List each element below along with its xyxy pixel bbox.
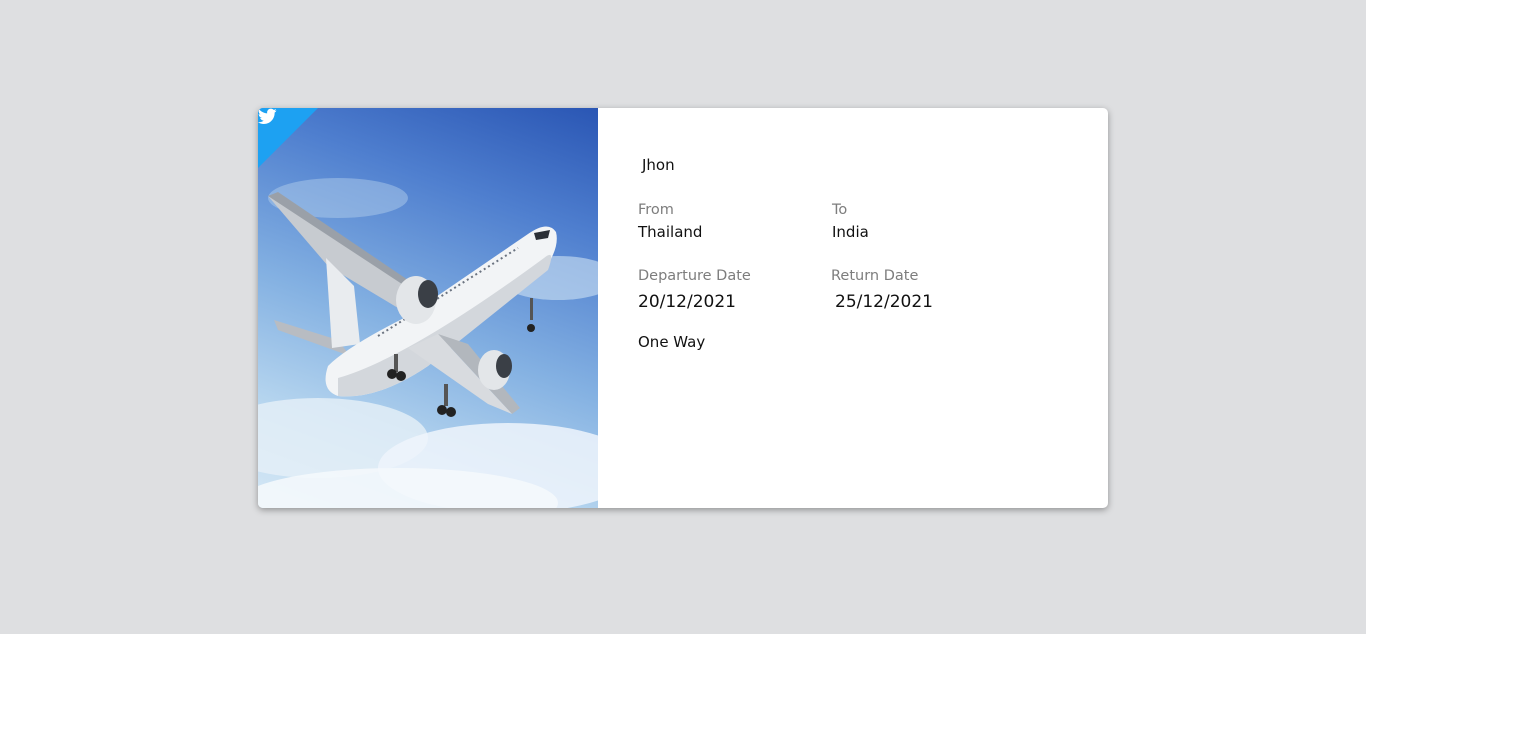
airplane-photo bbox=[258, 108, 598, 508]
return-date-value: 25/12/2021 bbox=[835, 292, 933, 312]
page-background: Jhon From Thailand To India Departure Da… bbox=[0, 0, 1366, 634]
to-label: To bbox=[832, 202, 848, 218]
twitter-icon[interactable] bbox=[258, 108, 277, 125]
from-value: Thailand bbox=[638, 223, 703, 241]
ticket-details: Jhon From Thailand To India Departure Da… bbox=[598, 108, 1108, 508]
ticket-card: Jhon From Thailand To India Departure Da… bbox=[258, 108, 1108, 508]
to-value: India bbox=[832, 223, 869, 241]
from-label: From bbox=[638, 202, 674, 218]
trip-type: One Way bbox=[638, 333, 706, 351]
departure-date-value: 20/12/2021 bbox=[638, 292, 736, 312]
departure-date-label: Departure Date bbox=[638, 268, 751, 284]
passenger-name: Jhon bbox=[642, 156, 675, 174]
airplane-illustration bbox=[258, 178, 598, 508]
return-date-label: Return Date bbox=[831, 268, 919, 284]
